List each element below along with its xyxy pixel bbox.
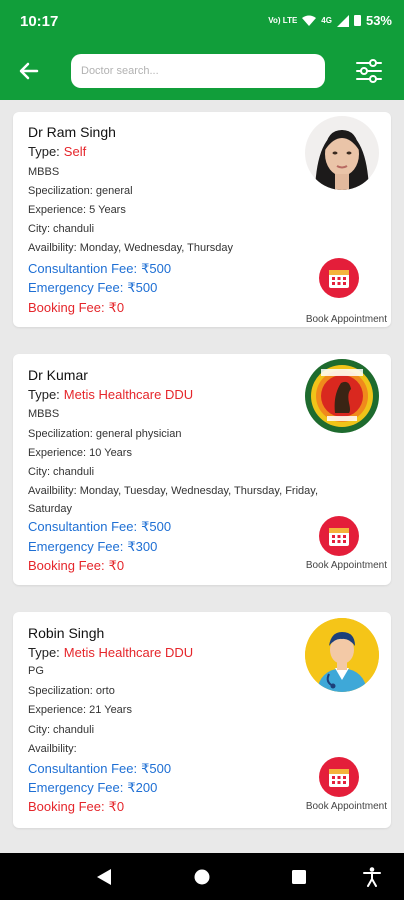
doctor-specialization: Specilization: general physician — [28, 428, 182, 440]
network-type: 4G — [321, 15, 332, 25]
battery-level: 53% — [365, 13, 392, 28]
consultation-fee: Consultantion Fee: ₹500 — [28, 761, 172, 776]
doctor-card[interactable]: Dr Ram Singh Type: Self MBBS Specilizatio… — [13, 112, 391, 327]
booking-fee: Booking Fee: ₹0 — [28, 799, 125, 814]
doctor-avatar — [305, 359, 379, 433]
doctor-name: Robin Singh — [28, 625, 105, 641]
sliders-icon — [356, 59, 382, 83]
doctor-city: City: chanduli — [28, 466, 95, 478]
doctor-experience: Experience: 5 Years — [28, 204, 126, 216]
battery-icon — [353, 15, 361, 26]
doctor-city: City: chanduli — [28, 724, 95, 736]
doctor-experience: Experience: 10 Years — [28, 447, 132, 459]
doctor-avatar — [305, 618, 379, 692]
accessibility-icon — [363, 867, 381, 887]
doctor-card[interactable]: Robin Singh Type: Metis Healthcare DDU PG… — [13, 612, 391, 828]
doctor-availability: Availbility: Monday, Tuesday, Wednesday,… — [28, 485, 319, 515]
book-appointment-label[interactable]: Book Appointment — [306, 560, 387, 571]
doctor-type: Type: Metis Healthcare DDU — [28, 387, 194, 402]
book-appointment-label[interactable]: Book Appointment — [306, 801, 387, 812]
doctor-name: Dr Kumar — [28, 367, 88, 383]
book-appointment-button[interactable] — [319, 258, 359, 298]
booking-fee: Booking Fee: ₹0 — [28, 300, 125, 315]
calendar-icon — [329, 270, 349, 288]
doctor-name: Dr Ram Singh — [28, 124, 116, 140]
doctor-availability: Availbility: Monday, Wednesday, Thursday — [28, 242, 234, 254]
status-time: 10:17 — [20, 13, 59, 30]
nav-home-button[interactable] — [190, 865, 214, 889]
circle-home-icon — [194, 869, 210, 885]
doctor-avatar — [305, 116, 379, 190]
doctor-city: City: chanduli — [28, 223, 95, 235]
doctor-experience: Experience: 21 Years — [28, 704, 132, 716]
doctor-card[interactable]: Dr Kumar Type: Metis Healthcare DDU MBBS … — [13, 354, 391, 585]
calendar-icon — [329, 528, 349, 546]
emergency-fee: Emergency Fee: ₹500 — [28, 280, 158, 295]
consultation-fee: Consultantion Fee: ₹500 — [28, 519, 172, 534]
signal-icon — [336, 14, 349, 27]
doctor-type-value: Metis Healthcare DDU — [63, 645, 194, 660]
filter-button[interactable] — [354, 56, 384, 86]
doctor-specialization: Specilization: orto — [28, 685, 115, 697]
book-appointment-button[interactable] — [319, 757, 359, 797]
doctor-search-input[interactable] — [71, 54, 325, 88]
doctor-type: Type: Metis Healthcare DDU — [28, 645, 194, 660]
consultation-fee: Consultantion Fee: ₹500 — [28, 261, 172, 276]
doctor-specialization: Specilization: general — [28, 185, 133, 197]
doctor-degree: MBBS — [28, 408, 60, 420]
booking-fee: Booking Fee: ₹0 — [28, 558, 125, 573]
book-appointment-button[interactable] — [319, 516, 359, 556]
nav-recents-button[interactable] — [287, 865, 311, 889]
status-bar: 10:17 Vo) LTE 4G 53% — [0, 0, 404, 44]
doctor-availability: Availbility: — [28, 743, 77, 755]
emergency-fee: Emergency Fee: ₹200 — [28, 780, 158, 795]
doctor-type-value: Metis Healthcare DDU — [63, 387, 194, 402]
nav-accessibility-button[interactable] — [360, 865, 384, 889]
calendar-icon — [329, 769, 349, 787]
back-button[interactable] — [14, 56, 44, 86]
book-appointment-label[interactable]: Book Appointment — [306, 314, 387, 325]
doctor-degree: MBBS — [28, 166, 60, 178]
system-nav-bar — [0, 853, 404, 900]
volte-icon: Vo) LTE — [268, 15, 298, 25]
doctor-type-value: Self — [63, 144, 87, 159]
doctor-degree: PG — [28, 665, 44, 677]
nav-back-button[interactable] — [92, 865, 116, 889]
wifi-icon — [302, 15, 317, 26]
doctor-list[interactable]: Dr Ram Singh Type: Self MBBS Specilizatio… — [0, 100, 404, 853]
triangle-back-icon — [97, 869, 111, 885]
system-icons: Vo) LTE 4G 53% — [268, 13, 392, 28]
arrow-left-icon — [19, 62, 39, 80]
doctor-type: Type: Self — [28, 144, 87, 159]
app-header — [0, 44, 404, 100]
emergency-fee: Emergency Fee: ₹300 — [28, 539, 158, 554]
square-recents-icon — [292, 870, 306, 884]
